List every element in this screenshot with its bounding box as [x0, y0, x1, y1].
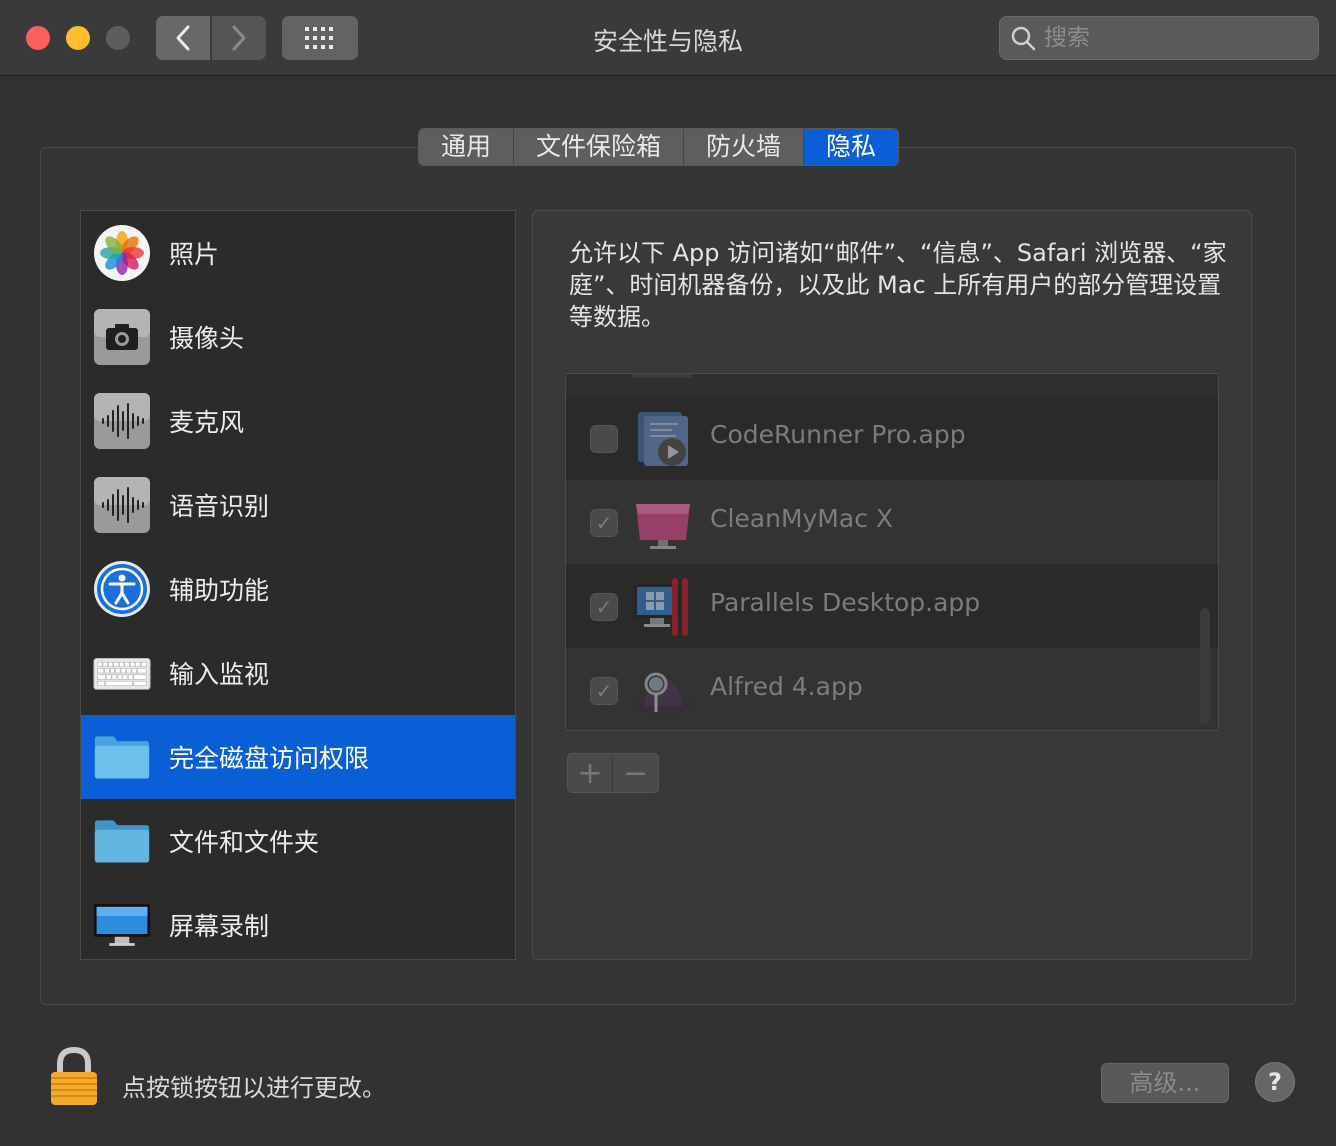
search-icon — [1011, 26, 1036, 51]
sidebar-item-files-and-folders[interactable]: 文件和文件夹 — [81, 799, 515, 883]
lock-button[interactable] — [48, 1046, 100, 1108]
sidebar-item-speech-recognition[interactable]: 语音识别 — [81, 463, 515, 547]
lock-icon — [51, 1046, 97, 1105]
search-field[interactable] — [999, 16, 1319, 60]
title-bar: 安全性与隐私 — [0, 0, 1336, 76]
add-app-button[interactable]: + — [568, 754, 614, 792]
keyboard-icon — [93, 644, 151, 702]
display-icon — [93, 896, 151, 954]
tab-bar: 通用 文件保险箱 防火墙 隐私 — [418, 128, 900, 166]
alfred-icon — [632, 660, 694, 722]
photos-icon — [93, 224, 151, 282]
sidebar-item-label: 语音识别 — [169, 492, 270, 521]
list-item[interactable]: ✓ CleanMyMac X — [566, 480, 1218, 564]
remove-app-button[interactable]: − — [613, 754, 658, 792]
app-name: Parallels Desktop.app — [710, 588, 981, 617]
sidebar-item-microphone[interactable]: 麦克风 — [81, 379, 515, 463]
sidebar-item-label: 摄像头 — [169, 324, 245, 353]
list-item[interactable]: ✓ Alfred 4.app — [566, 648, 1218, 730]
list-scrollbar[interactable] — [1200, 608, 1210, 724]
advanced-button[interactable]: 高级... — [1101, 1063, 1229, 1103]
camera-icon — [93, 308, 151, 366]
detail-panel: 允许以下 App 访问诸如“邮件”、“信息”、Safari 浏览器、“家庭”、时… — [532, 210, 1252, 960]
cleanmymac-icon — [632, 492, 694, 554]
tab-filevault[interactable]: 文件保险箱 — [514, 129, 685, 165]
tab-firewall[interactable]: 防火墙 — [684, 129, 805, 165]
sidebar-item-label: 完全磁盘访问权限 — [169, 744, 370, 773]
sidebar-item-screen-recording[interactable]: 屏幕录制 — [81, 883, 515, 959]
folder-icon — [93, 812, 151, 870]
sidebar-item-label: 辅助功能 — [169, 576, 270, 605]
list-item[interactable]: ✓ Parallels Desktop.app — [566, 564, 1218, 648]
sidebar-item-label: 屏幕录制 — [169, 912, 270, 941]
sidebar-item-label: 麦克风 — [169, 408, 245, 437]
speech-recognition-icon — [93, 476, 151, 534]
tab-general[interactable]: 通用 — [419, 129, 515, 165]
sidebar-item-label: 输入监视 — [169, 660, 270, 689]
access-description: 允许以下 App 访问诸如“邮件”、“信息”、Safari 浏览器、“家庭”、时… — [569, 239, 1227, 331]
list-overflow-edge — [632, 374, 692, 378]
sidebar-item-label: 照片 — [169, 240, 220, 269]
help-button[interactable]: ? — [1255, 1062, 1295, 1102]
microphone-icon — [93, 392, 151, 450]
coderunner-icon — [632, 408, 694, 470]
lock-instruction-text: 点按锁按钮以进行更改。 — [122, 1074, 386, 1102]
sidebar-item-camera[interactable]: 摄像头 — [81, 295, 515, 379]
app-checkbox[interactable]: ✓ — [590, 593, 618, 621]
app-checkbox[interactable] — [590, 425, 618, 453]
tab-privacy[interactable]: 隐私 — [804, 129, 899, 165]
sidebar-item-accessibility[interactable]: 辅助功能 — [81, 547, 515, 631]
app-checkbox[interactable]: ✓ — [590, 509, 618, 537]
app-checkbox[interactable]: ✓ — [590, 677, 618, 705]
list-item[interactable]: CodeRunner Pro.app — [566, 396, 1218, 480]
privacy-category-list: 照片 摄像头 麦克风 语音识别 辅助功能 输入监视 完全磁盘访问权限 文件和文件… — [80, 210, 516, 960]
app-name: CleanMyMac X — [710, 504, 894, 533]
parallels-icon — [632, 576, 694, 638]
app-name: CodeRunner Pro.app — [710, 420, 966, 449]
app-list: CodeRunner Pro.app ✓ CleanMyMac X ✓ Para… — [565, 373, 1219, 731]
sidebar-item-full-disk-access[interactable]: 完全磁盘访问权限 — [81, 715, 515, 799]
sidebar-item-label: 文件和文件夹 — [169, 828, 320, 857]
folder-icon — [93, 728, 151, 786]
add-remove-control: + − — [567, 753, 659, 793]
accessibility-icon — [93, 560, 151, 618]
sidebar-item-input-monitoring[interactable]: 输入监视 — [81, 631, 515, 715]
search-input[interactable] — [1044, 25, 1284, 51]
sidebar-item-photos[interactable]: 照片 — [81, 211, 515, 295]
app-name: Alfred 4.app — [710, 672, 863, 701]
